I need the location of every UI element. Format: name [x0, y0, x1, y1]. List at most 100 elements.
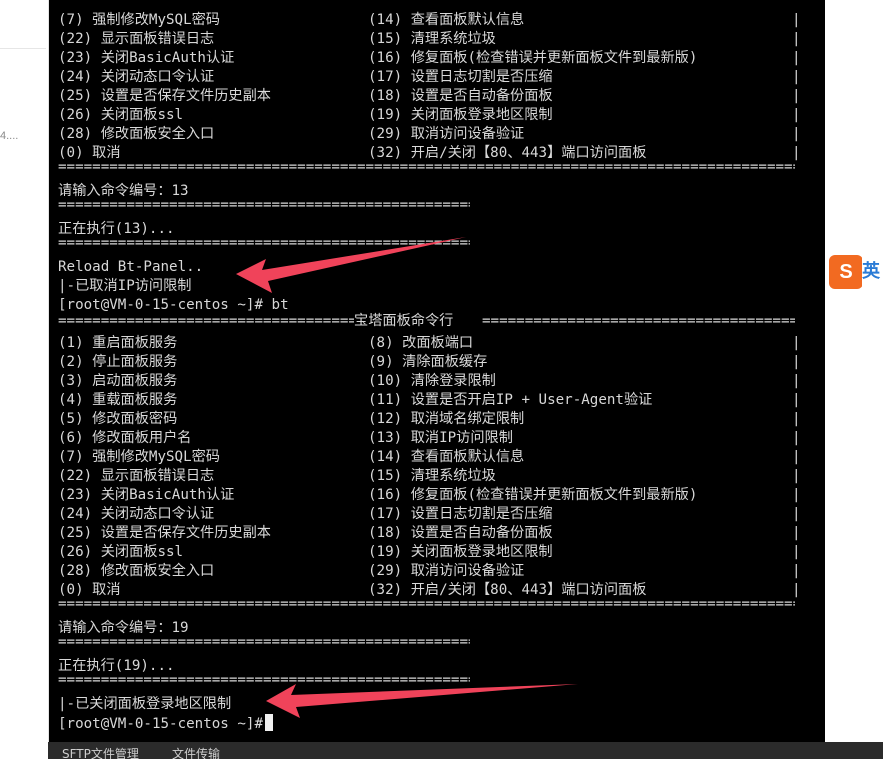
menu-border: | — [792, 544, 801, 560]
separator-right: ========================================… — [482, 313, 795, 329]
separator-line: ========================================… — [58, 672, 470, 688]
bottom-tab-bar: SFTP文件管理 文件传输 — [48, 742, 883, 759]
menu-item-left: (25) 设置是否保存文件历史副本 — [58, 525, 271, 541]
menu-border: | — [792, 373, 801, 389]
menu-item-left: (4) 重载面板服务 — [58, 392, 178, 408]
menu-item-left: (7) 强制修改MySQL密码 — [58, 12, 220, 28]
ime-mode-label: 英 — [862, 255, 883, 289]
menu-item-right: (11) 设置是否开启IP + User-Agent验证 — [368, 392, 653, 408]
menu-border: | — [792, 468, 801, 484]
menu-border: | — [792, 449, 801, 465]
menu-item-right: (19) 关闭面板登录地区限制 — [368, 107, 553, 123]
terminal-cursor[interactable] — [265, 714, 273, 731]
menu-border: | — [792, 31, 801, 47]
menu-item-right: (9) 清除面板缓存 — [368, 354, 488, 370]
menu-item-right: (12) 取消域名绑定限制 — [368, 411, 525, 427]
menu-row: (7) 强制修改MySQL密码 (14) 查看面板默认信息 | — [58, 11, 801, 30]
menu-row: (6) 修改面板用户名 (13) 取消IP访问限制 | — [58, 429, 801, 448]
shell-prompt[interactable]: [root@VM-0-15-centos ~]# — [58, 714, 273, 733]
separator-line: ========================================… — [58, 197, 470, 213]
prompt-text: [root@VM-0-15-centos ~]# — [58, 297, 263, 313]
menu-border: | — [792, 354, 801, 370]
menu-row: (4) 重载面板服务 (11) 设置是否开启IP + User-Agent验证 | — [58, 391, 801, 410]
menu-border: | — [792, 392, 801, 408]
menu-border: | — [792, 411, 801, 427]
menu-item-left: (23) 关闭BasicAuth认证 — [58, 50, 235, 66]
menu-row: (28) 修改面板安全入口 (29) 取消访问设备验证 | — [58, 125, 801, 144]
menu-item-right: (15) 清理系统垃圾 — [368, 31, 496, 47]
result-message: |-已取消IP访问限制 — [58, 278, 192, 294]
menu-row: (26) 关闭面板ssl (19) 关闭面板登录地区限制 | — [58, 106, 801, 125]
menu-row: (22) 显示面板错误日志 (15) 清理系统垃圾 | — [58, 30, 801, 49]
menu-border: | — [792, 69, 801, 85]
menu-item-left: (22) 显示面板错误日志 — [58, 468, 215, 484]
menu-border: | — [792, 525, 801, 541]
menu-item-left: (1) 重启面板服务 — [58, 335, 178, 351]
menu-item-left: (7) 强制修改MySQL密码 — [58, 449, 220, 465]
menu-border: | — [792, 335, 801, 351]
menu-row: (7) 强制修改MySQL密码 (14) 查看面板默认信息 | — [58, 448, 801, 467]
menu-border: | — [792, 88, 801, 104]
menu-row: (3) 启动面板服务 (10) 清除登录限制 | — [58, 372, 801, 391]
sogou-ime-icon[interactable]: S — [829, 255, 863, 289]
menu-border: | — [792, 563, 801, 579]
menu-row: (2) 停止面板服务 (9) 清除面板缓存 | — [58, 353, 801, 372]
menu-item-left: (23) 关闭BasicAuth认证 — [58, 487, 235, 503]
separator-left: ========================================… — [58, 313, 354, 329]
right-panel — [825, 0, 883, 742]
menu-border: | — [792, 487, 801, 503]
sidebar-snippet: 4.... — [0, 130, 19, 142]
menu-item-right: (17) 设置日志切割是否压缩 — [368, 69, 553, 85]
menu-item-right: (13) 取消IP访问限制 — [368, 430, 513, 446]
menu-item-left: (3) 启动面板服务 — [58, 373, 178, 389]
menu-item-right: (16) 修复面板(检查错误并更新面板文件到最新版) — [368, 50, 698, 66]
typed-command: bt — [271, 297, 289, 313]
reload-message: Reload Bt-Panel.. — [58, 259, 204, 275]
menu-item-left: (6) 修改面板用户名 — [58, 430, 192, 446]
menu-row: (24) 关闭动态口令认证 (17) 设置日志切割是否压缩 | — [58, 68, 801, 87]
separator-line: ========================================… — [58, 159, 795, 175]
tab-sftp[interactable]: SFTP文件管理 — [62, 745, 139, 759]
left-sidebar: 4.... — [0, 0, 49, 759]
menu-row: (28) 修改面板安全入口 (29) 取消访问设备验证 | — [58, 562, 801, 581]
tab-file-transfer[interactable]: 文件传输 — [172, 745, 220, 759]
menu-item-left: (26) 关闭面板ssl — [58, 544, 184, 560]
menu-border: | — [792, 107, 801, 123]
menu-item-right: (19) 关闭面板登录地区限制 — [368, 544, 553, 560]
menu-border: | — [792, 430, 801, 446]
menu-item-right: (29) 取消访问设备验证 — [368, 563, 525, 579]
terminal-window[interactable]: (7) 强制修改MySQL密码 (14) 查看面板默认信息 | (22) 显示面板错误… — [49, 0, 825, 742]
menu-item-right: (15) 清理系统垃圾 — [368, 468, 496, 484]
menu-item-left: (22) 显示面板错误日志 — [58, 31, 215, 47]
menu-row: (23) 关闭BasicAuth认证 (16) 修复面板(检查错误并更新面板文件到… — [58, 49, 801, 68]
menu-item-right: (17) 设置日志切割是否压缩 — [368, 506, 553, 522]
menu-border: | — [792, 50, 801, 66]
menu-item-right: (29) 取消访问设备验证 — [368, 126, 525, 142]
prompt-text: [root@VM-0-15-centos ~]# — [58, 716, 263, 732]
menu-item-right: (8) 改面板端口 — [368, 335, 474, 351]
sidebar-divider — [0, 48, 46, 49]
menu-item-right: (18) 设置是否自动备份面板 — [368, 88, 553, 104]
menu-item-right: (18) 设置是否自动备份面板 — [368, 525, 553, 541]
result-message: |-已关闭面板登录地区限制 — [58, 696, 232, 712]
menu-item-left: (5) 修改面板密码 — [58, 411, 178, 427]
menu-item-right: (10) 清除登录限制 — [368, 373, 496, 389]
menu-row: (25) 设置是否保存文件历史副本 (18) 设置是否自动备份面板 | — [58, 87, 801, 106]
menu-item-left: (24) 关闭动态口令认证 — [58, 506, 215, 522]
menu-item-left: (2) 停止面板服务 — [58, 354, 178, 370]
menu-row: (22) 显示面板错误日志 (15) 清理系统垃圾 | — [58, 467, 801, 486]
menu-item-left: (28) 修改面板安全入口 — [58, 126, 215, 142]
menu-row: (1) 重启面板服务 (8) 改面板端口 | — [58, 334, 801, 353]
separator-line: ========================================… — [58, 596, 795, 612]
menu-item-left: (28) 修改面板安全入口 — [58, 563, 215, 579]
separator-line: ========================================… — [58, 634, 470, 650]
menu-row: (24) 关闭动态口令认证 (17) 设置日志切割是否压缩 | — [58, 505, 801, 524]
menu-row: (25) 设置是否保存文件历史副本 (18) 设置是否自动备份面板 | — [58, 524, 801, 543]
menu-item-right: (14) 查看面板默认信息 — [368, 12, 525, 28]
menu-item-left: (25) 设置是否保存文件历史副本 — [58, 88, 271, 104]
menu-item-right: (16) 修复面板(检查错误并更新面板文件到最新版) — [368, 487, 698, 503]
menu-item-left: (24) 关闭动态口令认证 — [58, 69, 215, 85]
menu-row: (23) 关闭BasicAuth认证 (16) 修复面板(检查错误并更新面板文件到… — [58, 486, 801, 505]
menu-border: | — [792, 12, 801, 28]
menu-title-bar: ========================================… — [58, 312, 795, 331]
